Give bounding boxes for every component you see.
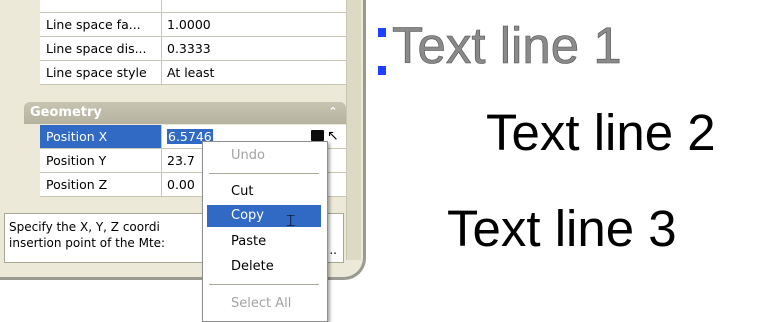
mtext-line-2[interactable]: Text line 2 [486,103,716,163]
menu-item-select-all[interactable]: Select All [207,293,321,315]
menu-item-paste[interactable]: Paste [207,231,321,253]
grip-handle-top[interactable] [378,28,386,37]
property-name: Line space fa... [40,13,162,36]
menu-item-copy[interactable]: Copy [207,205,321,227]
property-row-line-space-distance[interactable]: Line space dis... 0.3333 [40,37,346,61]
quick-calc-icon[interactable] [311,130,324,141]
menu-separator [209,173,319,174]
property-value[interactable]: 0.3333 [163,37,346,60]
grip-handle-bottom[interactable] [378,66,386,75]
menu-item-undo[interactable]: Undo [207,145,321,167]
property-row-line-space-style[interactable]: Line space style At least [40,61,346,85]
text-ibeam-cursor-icon: ⌶ [286,211,296,230]
property-name: Position Z [40,173,162,196]
menu-item-delete[interactable]: Delete [207,256,321,278]
menu-item-cut[interactable]: Cut [207,181,321,203]
text-properties-grid: Line space fa... 1.0000 Line space dis..… [40,0,346,85]
property-name: Line space style [40,61,162,84]
property-row-cut[interactable] [40,0,346,13]
palette-scrollbar-strip[interactable] [346,0,361,260]
property-name: Position Y [40,149,162,172]
mtext-line-1[interactable]: Text line 1 [392,16,622,76]
geometry-section-header[interactable]: Geometry ⌃ [24,102,346,124]
property-name [40,0,162,12]
mtext-line-3[interactable]: Text line 3 [447,199,677,259]
property-name: Line space dis... [40,37,162,60]
context-menu: Undo Cut Copy Paste Delete Select All [202,141,328,322]
property-row-line-space-factor[interactable]: Line space fa... 1.0000 [40,13,346,37]
section-title: Geometry [30,105,102,120]
pick-point-icon[interactable]: ↖ [327,128,342,145]
property-value[interactable]: 1.0000 [163,13,346,36]
property-name: Position X [40,125,162,148]
double-chevron-up-icon[interactable]: ⌃ [326,105,340,119]
property-value[interactable]: At least [163,61,346,84]
menu-separator [209,284,319,285]
